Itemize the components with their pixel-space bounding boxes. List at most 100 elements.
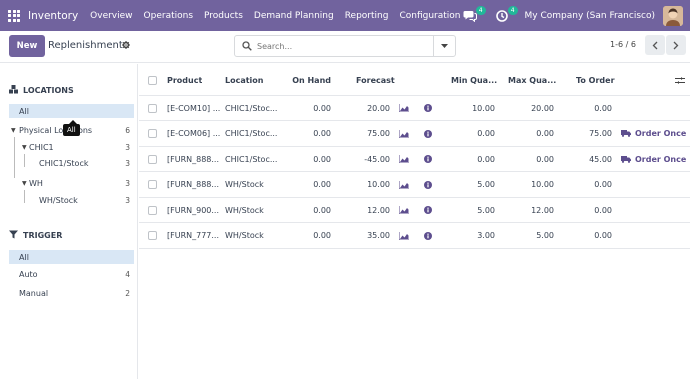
to-order-cell[interactable]: 0.00 xyxy=(569,96,612,120)
select-all-checkbox[interactable] xyxy=(148,66,157,95)
column-product[interactable]: Product xyxy=(167,66,202,95)
pager-value[interactable]: 1-6 / 6 xyxy=(610,40,636,49)
menu-operations[interactable]: Operations xyxy=(144,11,193,21)
min-quantity-cell[interactable]: 0.00 xyxy=(449,147,495,171)
max-quantity-cell[interactable]: 20.00 xyxy=(507,96,554,120)
replenishment-list: Product Location On Hand Forecast Min Qu… xyxy=(139,64,690,379)
location-chic1[interactable]: ▼ CHIC1 3 xyxy=(9,140,134,154)
search-input[interactable] xyxy=(257,39,427,53)
truck-icon xyxy=(621,155,631,163)
info-icon[interactable] xyxy=(424,224,432,248)
location-wh-stock[interactable]: WH/Stock 3 xyxy=(9,193,134,207)
menu-reporting[interactable]: Reporting xyxy=(345,11,389,21)
row-checkbox[interactable] xyxy=(148,122,157,146)
location-cell[interactable]: WH/Stock xyxy=(225,173,277,197)
column-min-quantity[interactable]: Min Qua... xyxy=(451,66,497,95)
search-bar[interactable] xyxy=(234,35,456,57)
product-cell[interactable]: [FURN_900... xyxy=(167,198,223,222)
row-checkbox[interactable] xyxy=(148,224,157,248)
column-forecast[interactable]: Forecast xyxy=(356,66,395,95)
product-cell[interactable]: [E-COM10] ... xyxy=(167,96,223,120)
max-quantity-cell[interactable]: 12.00 xyxy=(507,198,554,222)
gear-icon[interactable] xyxy=(122,41,130,52)
to-order-cell[interactable]: 75.00 xyxy=(569,122,612,146)
user-avatar[interactable] xyxy=(663,5,683,26)
column-location[interactable]: Location xyxy=(225,66,264,95)
trigger-filter-auto[interactable]: Auto 4 xyxy=(9,267,134,281)
messages-icon[interactable]: 4 xyxy=(461,5,486,25)
to-order-cell[interactable]: 45.00 xyxy=(569,147,612,171)
chevron-left-icon xyxy=(652,41,658,49)
location-filter-all[interactable]: All xyxy=(9,104,134,118)
location-cell[interactable]: CHIC1/Stoc... xyxy=(225,122,277,146)
company-switcher[interactable]: My Company (San Francisco) xyxy=(525,11,655,21)
info-icon[interactable] xyxy=(424,122,432,146)
trigger-filter-all[interactable]: All xyxy=(9,250,134,264)
forecast-graph-icon[interactable] xyxy=(399,147,409,171)
new-button[interactable]: New xyxy=(9,35,45,57)
forecast-graph-icon[interactable] xyxy=(399,173,409,197)
table-row[interactable]: [FURN_900... WH/Stock 0.00 12.00 5.00 12.00 0.… xyxy=(139,198,690,223)
search-options-toggle[interactable] xyxy=(433,36,455,56)
trigger-filter-manual[interactable]: Manual 2 xyxy=(9,286,134,300)
max-quantity-cell[interactable]: 5.00 xyxy=(507,224,554,248)
min-quantity-cell[interactable]: 3.00 xyxy=(449,224,495,248)
row-checkbox[interactable] xyxy=(148,147,157,171)
min-quantity-cell[interactable]: 10.00 xyxy=(449,96,495,120)
table-row[interactable]: [E-COM10] ... CHIC1/Stoc... 0.00 20.00 10.00… xyxy=(139,96,690,121)
to-order-cell[interactable]: 0.00 xyxy=(569,198,612,222)
location-wh[interactable]: ▼ WH 3 xyxy=(9,176,134,190)
min-quantity-cell[interactable]: 0.00 xyxy=(449,122,495,146)
max-quantity-cell[interactable]: 10.00 xyxy=(507,173,554,197)
activities-icon[interactable]: 4 xyxy=(493,5,518,25)
column-to-order[interactable]: To Order xyxy=(576,66,615,95)
row-checkbox[interactable] xyxy=(148,173,157,197)
product-cell[interactable]: [FURN_888... xyxy=(167,147,223,171)
caret-down-icon[interactable]: ▼ xyxy=(22,180,27,187)
location-cell[interactable]: CHIC1/Stoc... xyxy=(225,96,277,120)
info-icon[interactable] xyxy=(424,198,432,222)
min-quantity-cell[interactable]: 5.00 xyxy=(449,198,495,222)
max-quantity-cell[interactable]: 0.00 xyxy=(507,147,554,171)
row-checkbox[interactable] xyxy=(148,96,157,120)
min-quantity-cell[interactable]: 5.00 xyxy=(449,173,495,197)
table-row[interactable]: [FURN_777... WH/Stock 0.00 35.00 3.00 5.00 0.0… xyxy=(139,224,690,249)
forecast-graph-icon[interactable] xyxy=(399,122,409,146)
menu-demand-planning[interactable]: Demand Planning xyxy=(254,11,334,21)
menu-products[interactable]: Products xyxy=(204,11,243,21)
product-cell[interactable]: [FURN_777... xyxy=(167,224,223,248)
pager-previous-button[interactable] xyxy=(645,35,665,55)
caret-down-icon[interactable]: ▼ xyxy=(22,144,27,151)
menu-configuration[interactable]: Configuration xyxy=(399,11,460,21)
table-row[interactable]: [FURN_888... CHIC1/Stoc... 0.00 -45.00 0.00 0… xyxy=(139,147,690,172)
max-quantity-cell[interactable]: 0.00 xyxy=(507,122,554,146)
menu-overview[interactable]: Overview xyxy=(90,11,132,21)
info-icon[interactable] xyxy=(424,96,432,120)
to-order-cell[interactable]: 0.00 xyxy=(569,224,612,248)
app-brand[interactable]: Inventory xyxy=(28,10,78,22)
order-once-button[interactable]: Order Once xyxy=(621,122,686,146)
order-once-button[interactable]: Order Once xyxy=(621,147,686,171)
column-on-hand[interactable]: On Hand xyxy=(289,66,331,95)
location-cell[interactable]: WH/Stock xyxy=(225,198,277,222)
forecast-graph-icon[interactable] xyxy=(399,198,409,222)
column-max-quantity[interactable]: Max Qua... xyxy=(508,66,556,95)
product-cell[interactable]: [FURN_888... xyxy=(167,173,223,197)
search-icon xyxy=(242,41,252,54)
location-cell[interactable]: CHIC1/Stoc... xyxy=(225,147,277,171)
location-cell[interactable]: WH/Stock xyxy=(225,224,277,248)
column-settings-icon[interactable] xyxy=(675,66,685,95)
row-checkbox[interactable] xyxy=(148,198,157,222)
product-cell[interactable]: [E-COM06] ... xyxy=(167,122,223,146)
info-icon[interactable] xyxy=(424,147,432,171)
pager-next-button[interactable] xyxy=(666,35,686,55)
forecast-graph-icon[interactable] xyxy=(399,96,409,120)
forecast-graph-icon[interactable] xyxy=(399,224,409,248)
table-row[interactable]: [FURN_888... WH/Stock 0.00 10.00 5.00 10.00 0.… xyxy=(139,173,690,198)
apps-menu-icon[interactable] xyxy=(0,0,28,31)
location-chic1-stock[interactable]: CHIC1/Stock 3 xyxy=(9,156,134,170)
to-order-cell[interactable]: 0.00 xyxy=(569,173,612,197)
caret-down-icon[interactable]: ▼ xyxy=(11,127,16,134)
info-icon[interactable] xyxy=(424,173,432,197)
table-row[interactable]: [E-COM06] ... CHIC1/Stoc... 0.00 75.00 0.00 0… xyxy=(139,122,690,147)
